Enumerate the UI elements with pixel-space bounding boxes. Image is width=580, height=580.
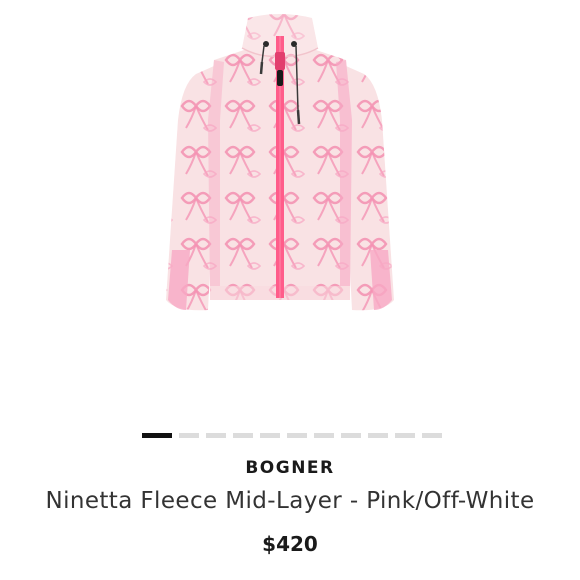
carousel-dot[interactable] bbox=[233, 433, 253, 438]
carousel-dot[interactable] bbox=[206, 433, 226, 438]
carousel-dot[interactable] bbox=[314, 433, 334, 438]
brand-name: BOGNER bbox=[245, 458, 335, 478]
product-image[interactable] bbox=[0, 0, 580, 420]
carousel-dot[interactable] bbox=[142, 433, 172, 438]
carousel-dot[interactable] bbox=[179, 433, 199, 438]
product-card: BOGNER Ninetta Fleece Mid-Layer - Pink/O… bbox=[0, 0, 580, 580]
carousel-dot[interactable] bbox=[368, 433, 388, 438]
carousel-dot[interactable] bbox=[341, 433, 361, 438]
product-title[interactable]: Ninetta Fleece Mid-Layer - Pink/Off-Whit… bbox=[0, 488, 580, 514]
pink-fleece-jacket-image bbox=[166, 14, 394, 311]
carousel-indicator bbox=[142, 433, 442, 438]
carousel-dot[interactable] bbox=[260, 433, 280, 438]
carousel-dot[interactable] bbox=[422, 433, 442, 438]
carousel-dot[interactable] bbox=[395, 433, 415, 438]
product-price: $420 bbox=[262, 532, 318, 556]
carousel-dot[interactable] bbox=[287, 433, 307, 438]
